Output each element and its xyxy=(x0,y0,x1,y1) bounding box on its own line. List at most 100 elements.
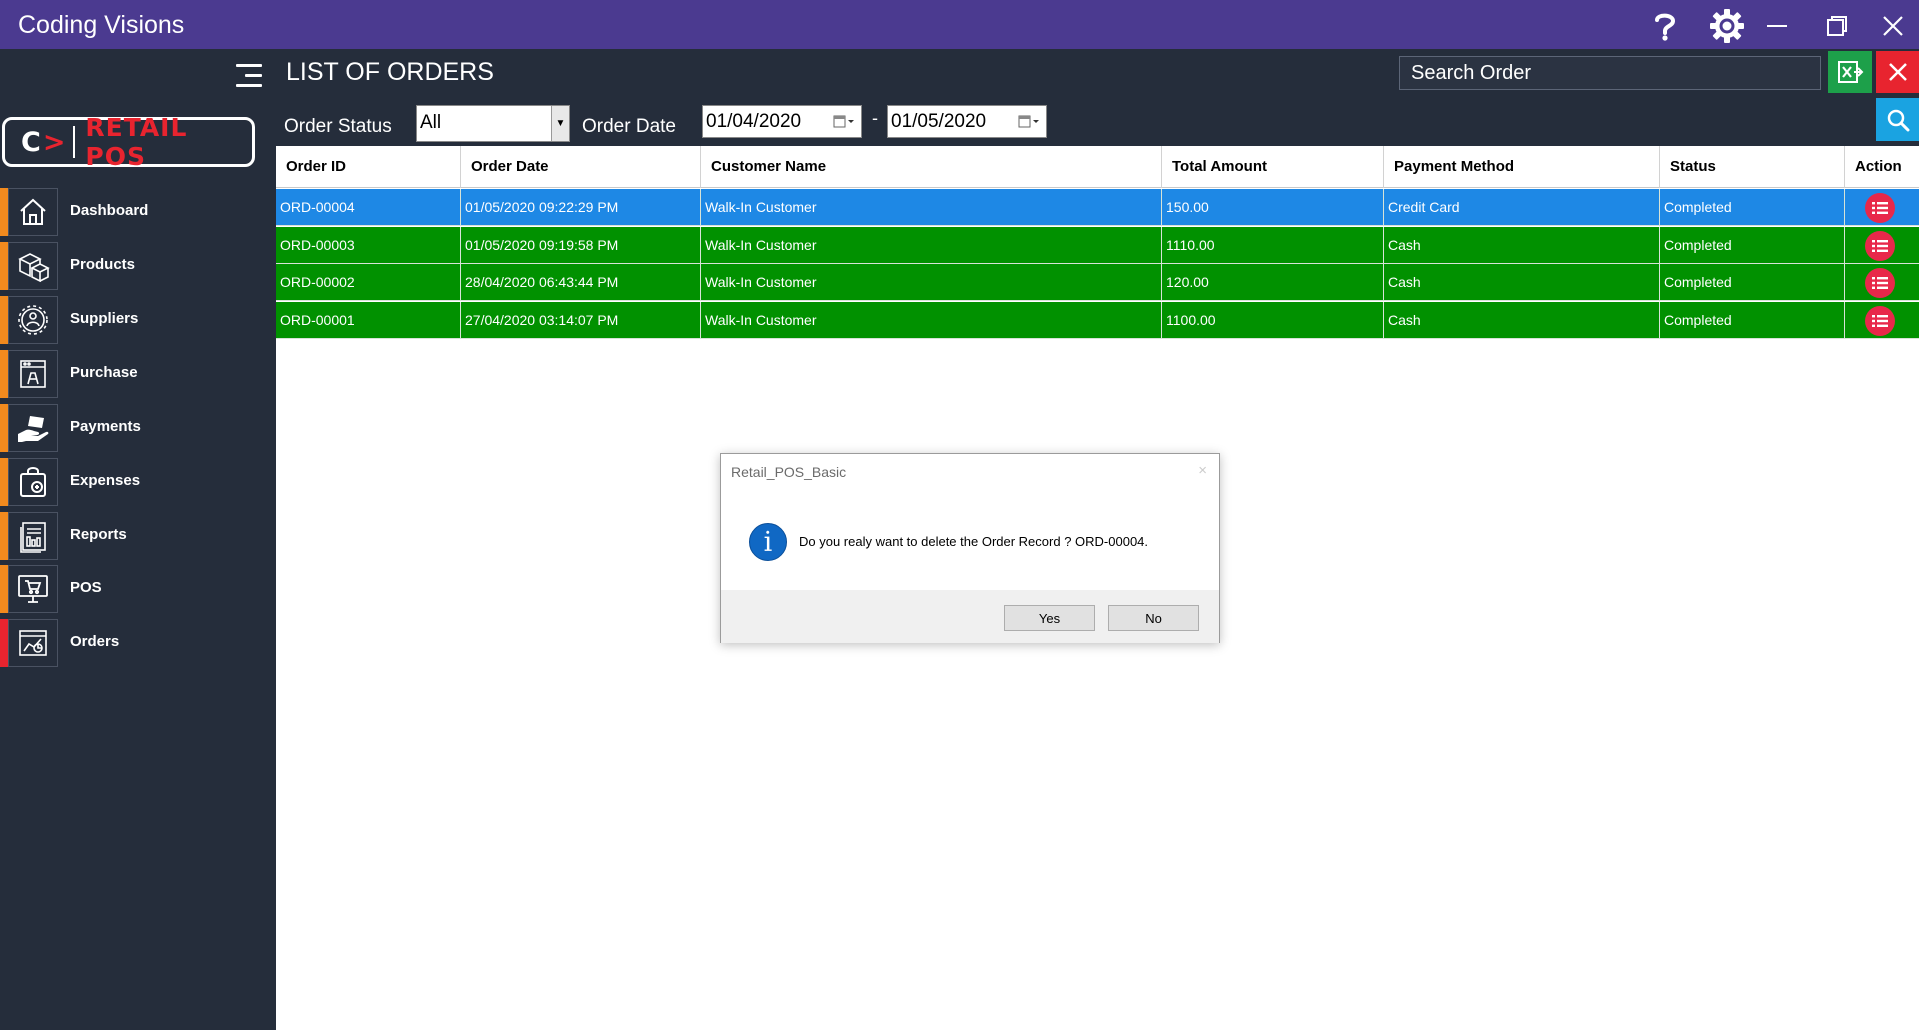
table-row[interactable]: ORD-00004 01/05/2020 09:22:29 PM Walk-In C… xyxy=(276,189,1919,226)
cell-action xyxy=(1845,264,1919,302)
column-header-order-id[interactable]: Order ID xyxy=(276,146,461,188)
cell-total-amount: 1110.00 xyxy=(1162,226,1384,264)
sidebar-item-label: POS xyxy=(70,579,102,596)
chevron-down-icon[interactable]: ▼ xyxy=(551,106,569,141)
column-header-status[interactable]: Status xyxy=(1660,146,1845,188)
page-title: LIST OF ORDERS xyxy=(286,58,494,86)
sidebar-item-orders[interactable]: Orders xyxy=(0,619,276,667)
cell-customer-name: Walk-In Customer xyxy=(701,264,1162,302)
close-window-icon[interactable] xyxy=(1873,6,1913,46)
report-icon xyxy=(8,512,58,560)
app-title: Coding Visions xyxy=(18,11,185,39)
settings-icon[interactable] xyxy=(1707,6,1747,46)
date-from-value: 01/04/2020 xyxy=(706,111,802,132)
logo-mark-c: C xyxy=(21,126,41,158)
sidebar-item-reports[interactable]: Reports xyxy=(0,512,276,560)
cell-order-id: ORD-00004 xyxy=(276,189,461,226)
cell-payment-method: Cash xyxy=(1384,226,1660,264)
sidebar-item-products[interactable]: Products xyxy=(0,242,276,290)
dialog-close-icon[interactable]: × xyxy=(1198,462,1207,479)
export-excel-button[interactable] xyxy=(1828,51,1872,93)
cell-action xyxy=(1845,302,1919,340)
column-header-customer-name[interactable]: Customer Name xyxy=(701,146,1162,188)
logo-text: RETAIL POS xyxy=(85,113,188,171)
sidebar-item-purchase[interactable]: Purchase xyxy=(0,350,276,398)
cell-customer-name: Walk-In Customer xyxy=(701,302,1162,340)
table-row[interactable]: ORD-00002 28/04/2020 06:43:44 PM Walk-In C… xyxy=(276,264,1919,302)
excel-export-icon xyxy=(1838,61,1864,83)
row-action-list-icon[interactable] xyxy=(1865,193,1895,223)
order-status-value: All xyxy=(420,112,442,133)
column-header-total-amount[interactable]: Total Amount xyxy=(1162,146,1384,188)
calendar-dropdown-icon[interactable] xyxy=(833,114,855,130)
cell-order-date: 01/05/2020 09:19:58 PM xyxy=(461,226,701,264)
sidebar-item-dashboard[interactable]: Dashboard xyxy=(0,188,276,236)
info-icon: i xyxy=(749,523,787,561)
cell-status: Completed xyxy=(1660,189,1845,226)
orders-chart-icon xyxy=(8,619,58,667)
sidebar-item-pos[interactable]: POS xyxy=(0,565,276,613)
close-icon xyxy=(1888,63,1907,81)
yes-button[interactable]: Yes xyxy=(1004,605,1095,631)
sidebar-item-label: Orders xyxy=(70,633,120,650)
calendar-dropdown-icon[interactable] xyxy=(1018,114,1040,130)
cell-payment-method: Credit Card xyxy=(1384,189,1660,226)
date-to-picker[interactable]: 01/05/2020 xyxy=(887,105,1047,138)
gear-people-icon xyxy=(8,296,58,344)
dialog-title: Retail_POS_Basic xyxy=(731,464,847,480)
minimize-icon[interactable] xyxy=(1757,6,1797,46)
search-icon xyxy=(1887,109,1909,131)
cell-order-id: ORD-00003 xyxy=(276,226,461,264)
table-row[interactable]: ORD-00003 01/05/2020 09:19:58 PM Walk-In C… xyxy=(276,226,1919,264)
column-header-order-date[interactable]: Order Date xyxy=(461,146,701,188)
cell-payment-method: Cash xyxy=(1384,302,1660,340)
help-icon[interactable] xyxy=(1645,6,1685,46)
table-row[interactable]: ORD-00001 27/04/2020 03:14:07 PM Walk-In C… xyxy=(276,302,1919,340)
sidebar-item-payments[interactable]: Payments xyxy=(0,404,276,452)
column-header-payment-method[interactable]: Payment Method xyxy=(1384,146,1660,188)
search-button[interactable] xyxy=(1876,98,1919,141)
cell-action xyxy=(1845,189,1919,226)
cell-total-amount: 1100.00 xyxy=(1162,302,1384,340)
sidebar-item-label: Reports xyxy=(70,526,127,543)
monitor-cart-icon xyxy=(8,565,58,613)
row-action-list-icon[interactable] xyxy=(1865,268,1895,299)
cell-order-id: ORD-00002 xyxy=(276,264,461,302)
logo-separator xyxy=(73,126,76,158)
cell-order-date: 27/04/2020 03:14:07 PM xyxy=(461,302,701,340)
sidebar: C > RETAIL POS Dashboard Products Suppli… xyxy=(0,49,276,1030)
dialog-message: Do you realy want to delete the Order Re… xyxy=(799,534,1149,549)
cell-payment-method: Cash xyxy=(1384,264,1660,302)
cell-status: Completed xyxy=(1660,264,1845,302)
sidebar-item-label: Products xyxy=(70,256,136,273)
order-status-select[interactable]: All ▼ xyxy=(416,105,570,142)
order-date-label: Order Date xyxy=(582,116,676,137)
title-bar: Coding Visions xyxy=(0,0,1919,49)
cell-status: Completed xyxy=(1660,226,1845,264)
boxes-icon xyxy=(8,242,58,290)
row-action-list-icon[interactable] xyxy=(1865,230,1895,261)
cell-total-amount: 120.00 xyxy=(1162,264,1384,302)
menu-toggle-icon[interactable] xyxy=(232,61,262,91)
home-icon xyxy=(8,188,58,236)
purchase-icon xyxy=(8,350,58,398)
grid-header: Order ID Order Date Customer Name Total … xyxy=(276,146,1919,188)
sidebar-item-label: Purchase xyxy=(70,364,138,381)
cell-order-date: 01/05/2020 09:22:29 PM xyxy=(461,189,701,226)
close-page-button[interactable] xyxy=(1876,51,1919,93)
no-button[interactable]: No xyxy=(1108,605,1199,631)
sidebar-item-expenses[interactable]: Expenses xyxy=(0,458,276,506)
cell-order-id: ORD-00001 xyxy=(276,302,461,340)
row-action-list-icon[interactable] xyxy=(1865,306,1895,337)
sidebar-item-label: Payments xyxy=(70,418,141,435)
sidebar-item-label: Suppliers xyxy=(70,310,139,327)
maximize-icon[interactable] xyxy=(1817,6,1857,46)
date-from-picker[interactable]: 01/04/2020 xyxy=(702,105,862,138)
search-order-input[interactable] xyxy=(1399,56,1821,90)
cell-status: Completed xyxy=(1660,302,1845,340)
order-status-label: Order Status xyxy=(284,116,392,137)
sidebar-item-suppliers[interactable]: Suppliers xyxy=(0,296,276,344)
sidebar-item-label: Dashboard xyxy=(70,202,149,219)
date-range-separator: - xyxy=(872,108,878,128)
retail-pos-logo: C > RETAIL POS xyxy=(2,113,255,171)
